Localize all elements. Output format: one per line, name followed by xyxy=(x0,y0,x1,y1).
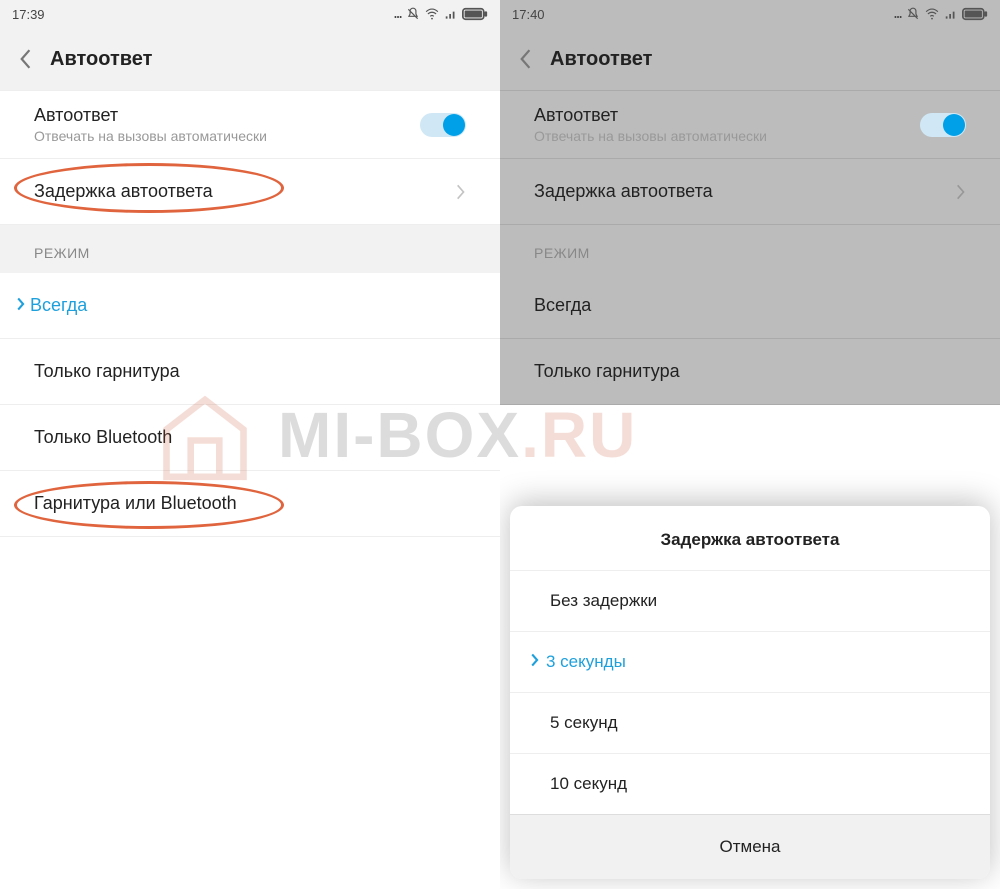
phone-left: 17:39 … Автоответ Автоответ Отвечать на … xyxy=(0,0,500,889)
section-header-mode: РЕЖИМ xyxy=(0,225,500,273)
dialog-title: Задержка автоответа xyxy=(510,506,990,570)
dialog-option-label: Без задержки xyxy=(550,591,657,611)
delay-row[interactable]: Задержка автоответа xyxy=(0,159,500,225)
auto-answer-text: Автоответ Отвечать на вызовы автоматичес… xyxy=(534,105,767,144)
delay-row[interactable]: Задержка автоответа xyxy=(500,159,1000,225)
clock: 17:39 xyxy=(12,7,45,22)
header: Автоответ xyxy=(500,28,1000,90)
dialog-option[interactable]: 10 секунд xyxy=(510,753,990,814)
mute-icon xyxy=(406,7,420,21)
row-subtitle: Отвечать на вызовы автоматически xyxy=(34,128,267,144)
dialog-option-label: 10 секунд xyxy=(550,774,627,794)
mode-label: Гарнитура или Bluetooth xyxy=(34,493,237,513)
signal-icon xyxy=(944,7,958,21)
dialog-option[interactable]: 5 секунд xyxy=(510,692,990,753)
row-title: Задержка автоответа xyxy=(34,181,213,202)
mode-option[interactable]: Всегда xyxy=(0,273,500,339)
mode-option[interactable]: Только гарнитура xyxy=(0,339,500,405)
dialog-option[interactable]: 3 секунды xyxy=(510,631,990,692)
header: Автоответ xyxy=(0,28,500,90)
mode-label: Всегда xyxy=(534,295,591,315)
status-bar: 17:39 … xyxy=(0,0,500,28)
auto-answer-text: Автоответ Отвечать на вызовы автоматичес… xyxy=(34,105,267,144)
row-title: Автоответ xyxy=(34,105,267,126)
mode-option[interactable]: Всегда xyxy=(500,273,1000,339)
section-header-mode: РЕЖИМ xyxy=(500,225,1000,273)
more-icon: … xyxy=(894,7,902,22)
chevron-right-icon xyxy=(956,183,966,201)
mode-option[interactable]: Гарнитура или Bluetooth xyxy=(0,471,500,537)
auto-answer-toggle[interactable] xyxy=(920,113,966,137)
auto-answer-row[interactable]: Автоответ Отвечать на вызовы автоматичес… xyxy=(500,90,1000,159)
battery-icon xyxy=(462,7,488,21)
signal-icon xyxy=(444,7,458,21)
wifi-icon xyxy=(924,7,940,21)
dialog-option[interactable]: Без задержки xyxy=(510,570,990,631)
battery-icon xyxy=(962,7,988,21)
mode-option[interactable]: Только гарнитура xyxy=(500,339,1000,405)
mute-icon xyxy=(906,7,920,21)
back-icon[interactable] xyxy=(518,48,532,70)
row-subtitle: Отвечать на вызовы автоматически xyxy=(534,128,767,144)
row-title: Автоответ xyxy=(534,105,767,126)
status-icons: … xyxy=(394,7,488,22)
chevron-right-icon xyxy=(16,297,26,311)
mode-label: Только Bluetooth xyxy=(34,427,172,447)
dialog-option-label: 5 секунд xyxy=(550,713,618,733)
status-icons: … xyxy=(894,7,988,22)
status-bar: 17:40 … xyxy=(500,0,1000,28)
screen-content: Автоответ Отвечать на вызовы автоматичес… xyxy=(0,90,500,537)
page-title: Автоответ xyxy=(550,48,652,71)
dialog-cancel-button[interactable]: Отмена xyxy=(510,814,990,879)
more-icon: … xyxy=(394,7,402,22)
page-title: Автоответ xyxy=(50,48,152,71)
screen-content: Автоответ Отвечать на вызовы автоматичес… xyxy=(500,90,1000,405)
row-title: Задержка автоответа xyxy=(534,181,713,202)
mode-option[interactable]: Только Bluetooth xyxy=(0,405,500,471)
clock: 17:40 xyxy=(512,7,545,22)
mode-label: Только гарнитура xyxy=(534,361,680,381)
back-icon[interactable] xyxy=(18,48,32,70)
mode-label: Только гарнитура xyxy=(34,361,180,381)
wifi-icon xyxy=(424,7,440,21)
phone-right: 17:40 … Автоответ Автоответ Отвечать на … xyxy=(500,0,1000,889)
auto-answer-toggle[interactable] xyxy=(420,113,466,137)
dialog-option-label: 3 секунды xyxy=(546,652,626,672)
mode-label: Всегда xyxy=(34,295,87,315)
delay-dialog: Задержка автоответа Без задержки 3 секунд… xyxy=(510,506,990,879)
auto-answer-row[interactable]: Автоответ Отвечать на вызовы автоматичес… xyxy=(0,90,500,159)
chevron-right-icon xyxy=(530,652,540,672)
chevron-right-icon xyxy=(456,183,466,201)
